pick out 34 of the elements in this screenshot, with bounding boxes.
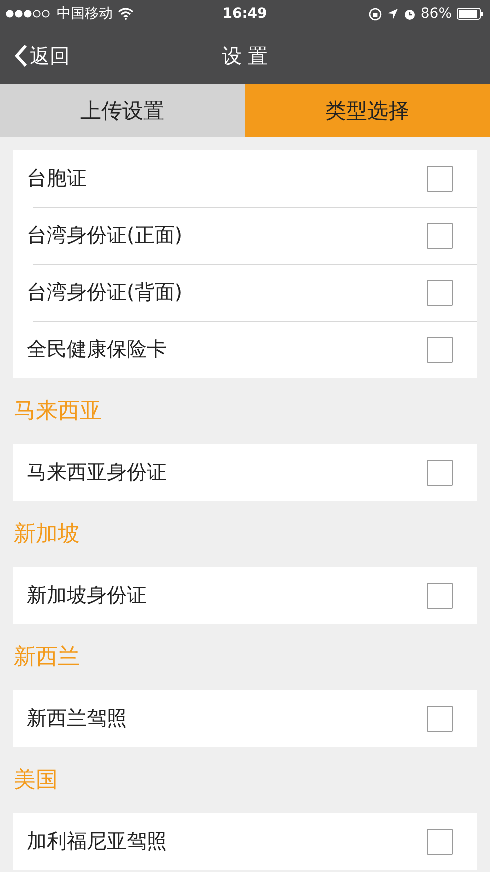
section-header: 新西兰 [14,644,80,672]
rotation-lock-icon [368,8,382,20]
battery-icon [457,8,484,20]
tab[interactable]: 上传设置 [0,84,245,137]
section-header: 马来西亚 [14,398,102,426]
section-header: 美国 [14,767,58,795]
page-title: 设 置 [222,42,268,70]
checkbox[interactable] [427,582,453,608]
option-label: 马来西亚身份证 [27,459,167,486]
checkbox[interactable] [427,166,453,192]
option-label: 台湾身份证(背面) [27,279,183,306]
checkbox[interactable] [427,828,453,854]
section-header: 新加坡 [14,521,80,549]
checkbox[interactable] [427,222,453,248]
carrier-name: 中国移动 [57,5,113,23]
signal-icon [6,10,52,18]
checkbox[interactable] [427,336,453,362]
back-button[interactable]: 返回 [0,42,70,70]
option-label: 新西兰驾照 [27,705,127,732]
checkbox[interactable] [427,460,453,486]
chevron-left-icon [14,44,28,68]
checkbox[interactable] [427,280,453,306]
clock-time: 16:49 [222,6,268,22]
alarm-icon [404,8,416,20]
tab[interactable]: 类型选择 [245,84,490,137]
battery-percent: 86% [420,6,452,22]
option-label: 台胞证 [27,165,87,192]
option-label: 台湾身份证(正面) [27,222,183,249]
checkbox[interactable] [427,706,453,732]
option-label: 全民健康保险卡 [27,336,167,363]
option-label: 新加坡身份证 [27,582,147,609]
option-label: 加利福尼亚驾照 [27,828,167,855]
location-arrow-icon [386,8,399,20]
wifi-icon [118,8,134,20]
